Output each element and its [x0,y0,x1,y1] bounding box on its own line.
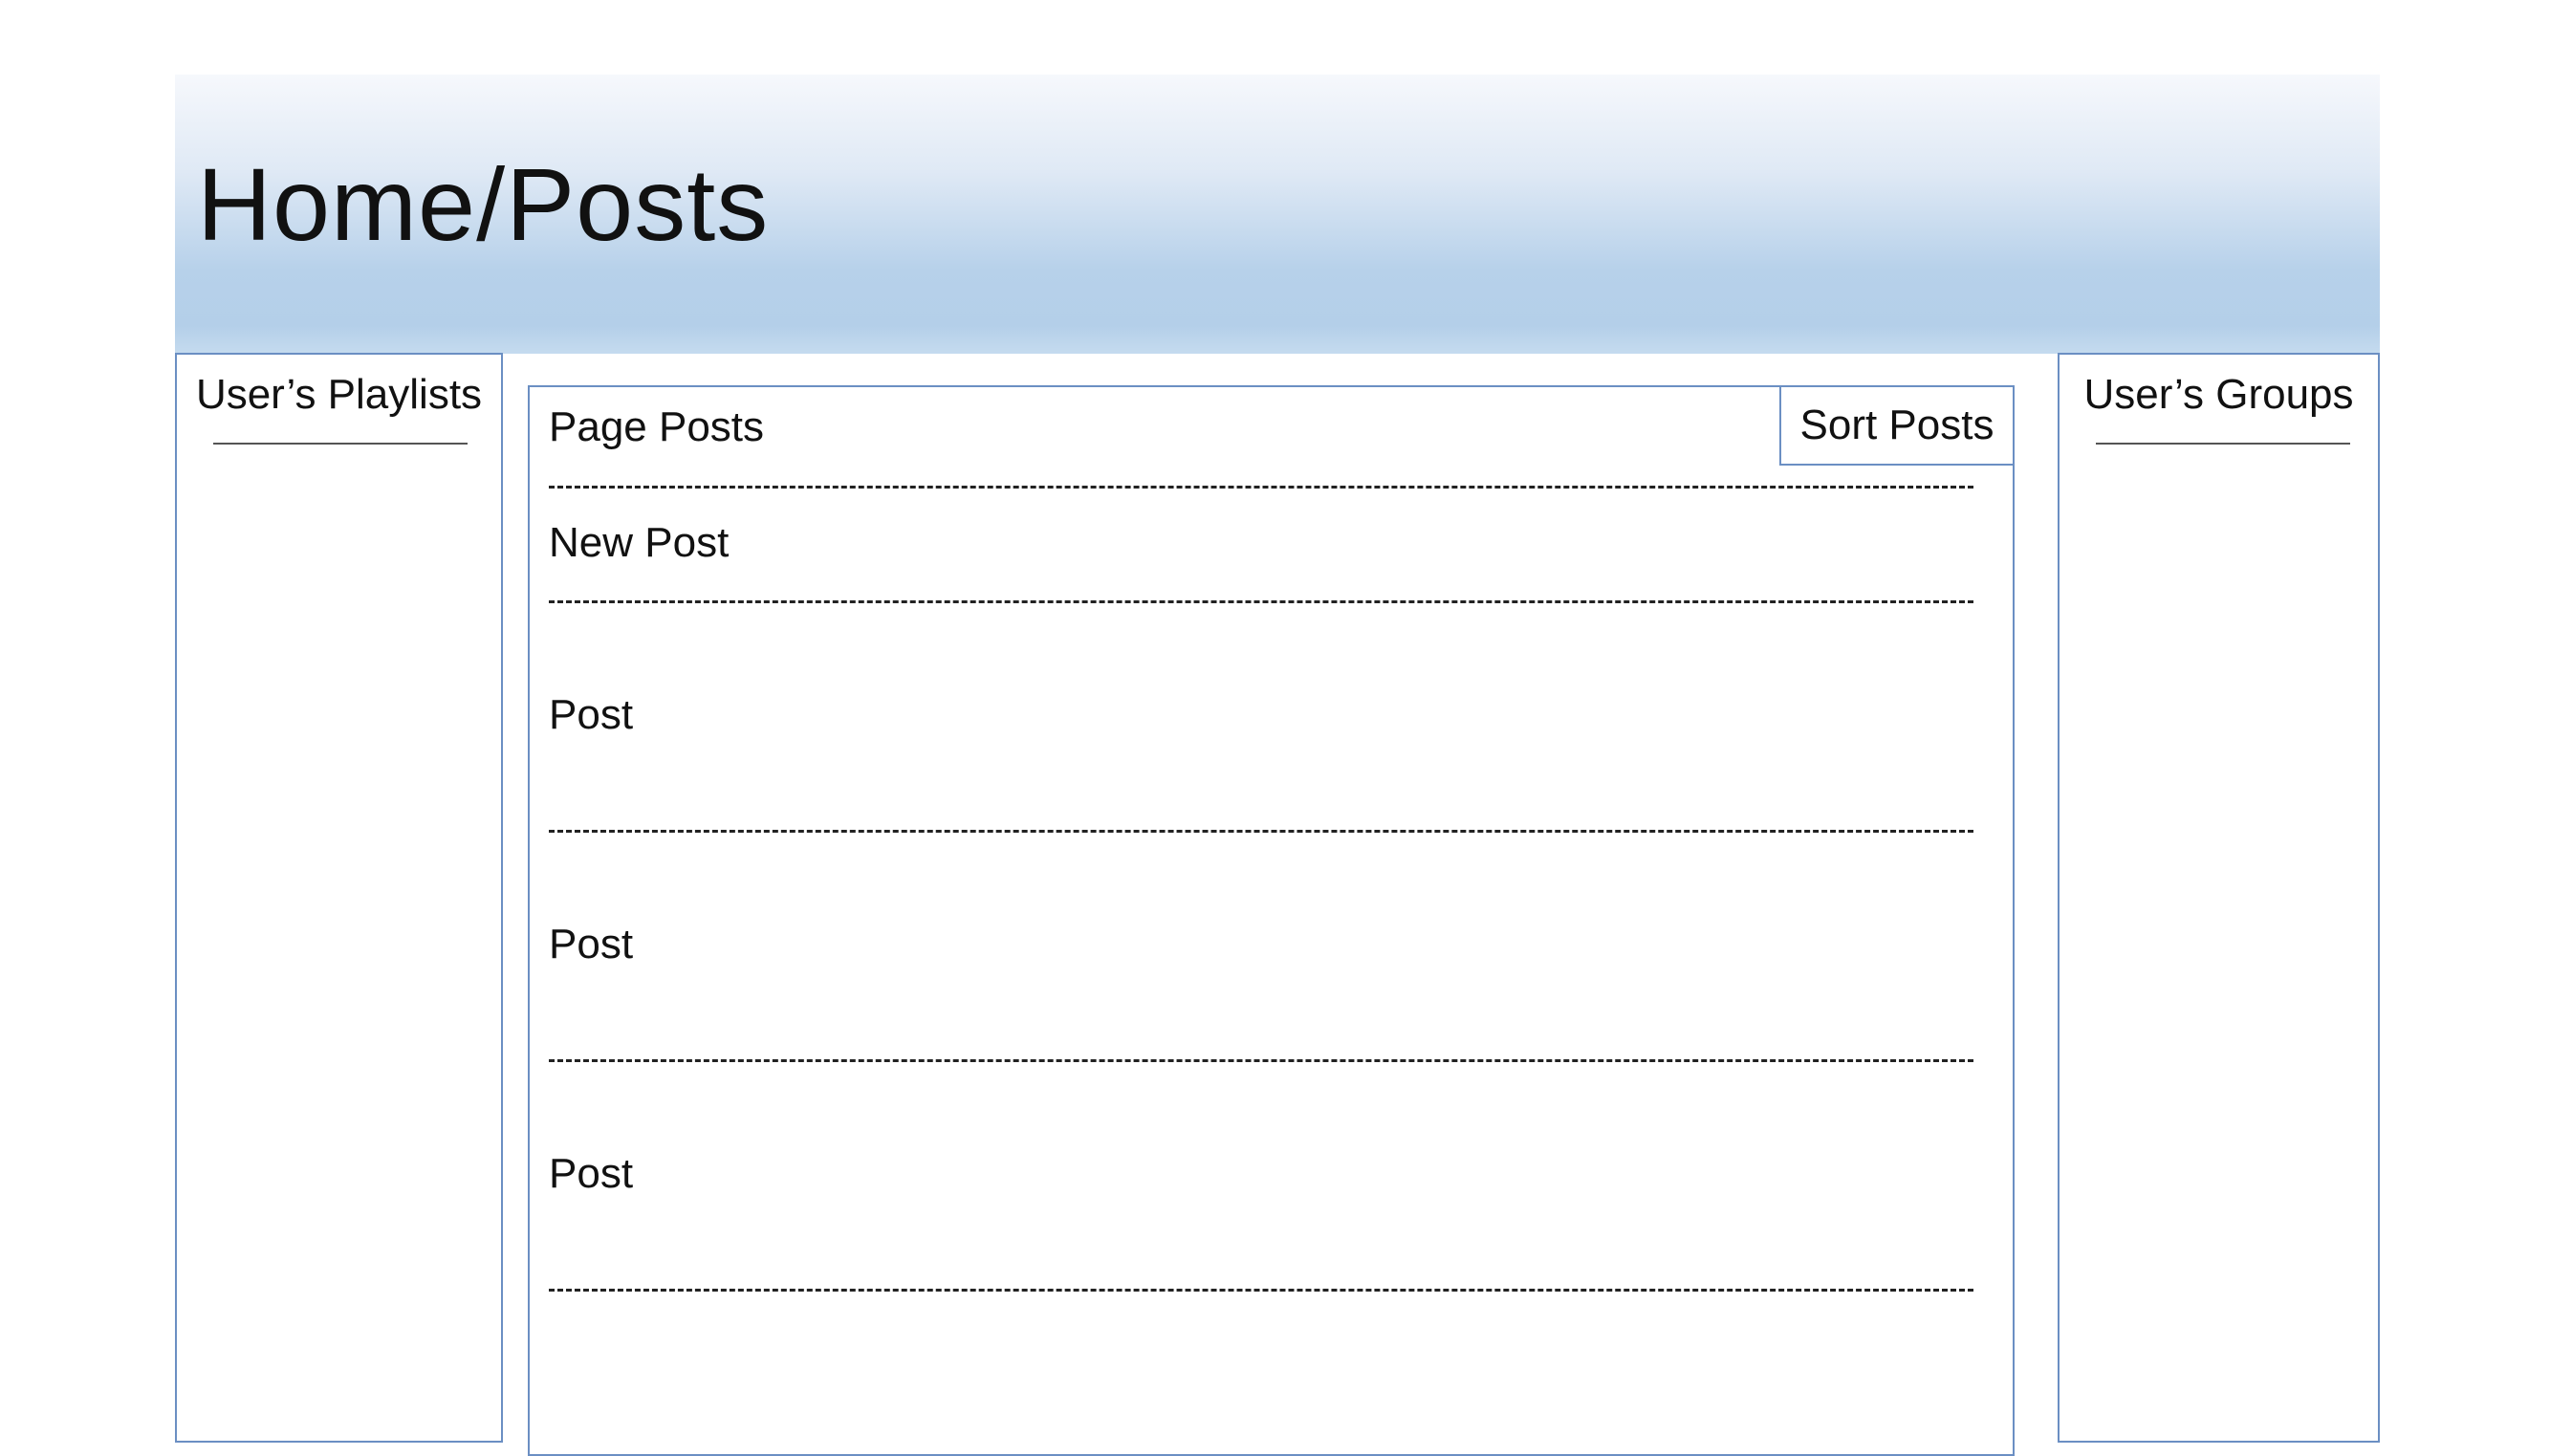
posts-panel-title: Page Posts [549,403,765,450]
divider [549,486,1973,489]
page-title: Home/Posts [197,146,770,262]
divider [549,1289,1973,1292]
post-item[interactable]: Post [549,918,633,971]
playlists-sidebar-divider [213,443,468,445]
divider [549,600,1973,603]
playlists-sidebar-title[interactable]: User’s Playlists [177,368,501,422]
post-item[interactable]: Post [549,688,633,742]
new-post-button[interactable]: New Post [549,516,729,570]
sort-posts-button[interactable]: Sort Posts [1779,385,2015,466]
groups-sidebar-divider [2096,443,2350,445]
divider [549,830,1973,833]
divider [549,1059,1973,1062]
post-item[interactable]: Post [549,1147,633,1201]
groups-sidebar: User’s Groups [2058,353,2380,1443]
playlists-sidebar: User’s Playlists [175,353,503,1443]
groups-sidebar-title[interactable]: User’s Groups [2060,368,2378,422]
posts-panel: Page Posts Sort Posts New Post Post Post… [528,385,2015,1456]
